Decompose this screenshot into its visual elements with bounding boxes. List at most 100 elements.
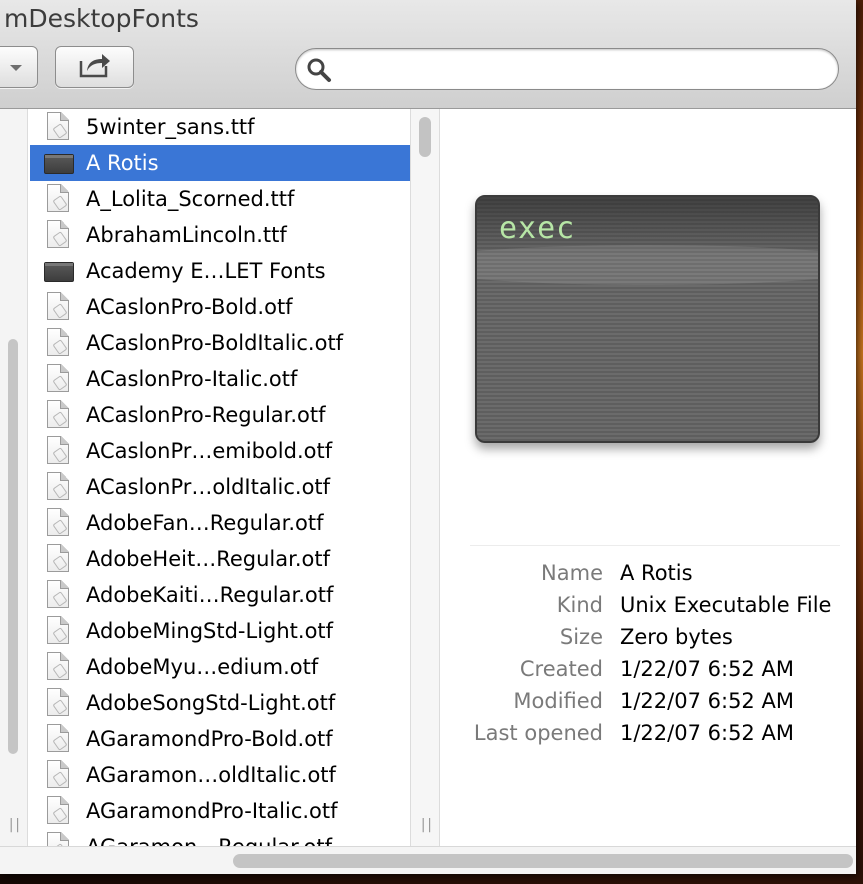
file-name: AdobeMingStd-Light.otf bbox=[86, 619, 334, 643]
file-list-item[interactable]: AGaramondPro-Bold.otf bbox=[30, 721, 410, 757]
file-list-item[interactable]: AdobeHeit…Regular.otf bbox=[30, 541, 410, 577]
column-resize-handle[interactable]: || bbox=[419, 817, 434, 833]
info-value: Unix Executable File bbox=[620, 593, 832, 617]
file-name: AdobeMyu…edium.otf bbox=[86, 655, 319, 679]
info-row: Size Zero bytes bbox=[440, 625, 856, 657]
unix-executable-icon bbox=[44, 256, 74, 286]
file-list-item[interactable]: AdobeMyu…edium.otf bbox=[30, 649, 410, 685]
font-document-icon bbox=[44, 220, 74, 250]
info-value: 1/22/07 6:52 AM bbox=[620, 721, 794, 745]
file-name: ACaslonPro-Regular.otf bbox=[86, 403, 326, 427]
info-value: A Rotis bbox=[620, 561, 693, 585]
file-list-item[interactable]: A_Lolita_Scorned.ttf bbox=[30, 181, 410, 217]
column-resize-handle[interactable]: || bbox=[7, 817, 22, 833]
file-list-item[interactable]: AdobeFan…Regular.otf bbox=[30, 505, 410, 541]
font-document-icon bbox=[44, 292, 74, 322]
file-list-item[interactable]: AdobeKaiti…Regular.otf bbox=[30, 577, 410, 613]
font-document-icon bbox=[44, 328, 74, 358]
file-list-item[interactable]: Academy E…LET Fonts bbox=[30, 253, 410, 289]
horizontal-scrollbar[interactable] bbox=[0, 846, 856, 874]
file-list-item[interactable]: ACaslonPr…emibold.otf bbox=[30, 433, 410, 469]
previous-column-scroll-thumb[interactable] bbox=[8, 339, 18, 754]
file-name: AGaramondPro-Italic.otf bbox=[86, 799, 338, 823]
info-value: 1/22/07 6:52 AM bbox=[620, 689, 794, 713]
info-row: Last opened 1/22/07 6:52 AM bbox=[440, 721, 856, 753]
info-row: Name A Rotis bbox=[440, 561, 856, 593]
font-document-icon bbox=[44, 112, 74, 142]
font-document-icon bbox=[44, 472, 74, 502]
font-document-icon bbox=[44, 544, 74, 574]
previous-column-scrollbar[interactable]: || bbox=[0, 109, 28, 846]
info-row: Modified 1/22/07 6:52 AM bbox=[440, 689, 856, 721]
file-list-item[interactable]: A Rotis bbox=[30, 145, 410, 181]
search-icon bbox=[306, 57, 332, 87]
file-name: ACaslonPr…emibold.otf bbox=[86, 439, 333, 463]
file-list-item[interactable]: ACaslonPr…oldItalic.otf bbox=[30, 469, 410, 505]
file-name: 5winter_sans.ttf bbox=[86, 115, 255, 139]
file-info: Name A Rotis Kind Unix Executable File Size Z… bbox=[440, 561, 856, 753]
file-list-item[interactable]: AbrahamLincoln.ttf bbox=[30, 217, 410, 253]
file-list-scroll-thumb[interactable] bbox=[419, 117, 431, 157]
font-document-icon bbox=[44, 508, 74, 538]
file-list-item[interactable]: ACaslonPro-Italic.otf bbox=[30, 361, 410, 397]
file-name: ACaslonPro-Bold.otf bbox=[86, 295, 293, 319]
file-list-item[interactable]: ACaslonPro-Regular.otf bbox=[30, 397, 410, 433]
preview-pane: exec Name A Rotis Kind Unix Executable File… bbox=[440, 109, 856, 846]
file-list-item[interactable]: AGaramon…oldItalic.otf bbox=[30, 757, 410, 793]
info-value: Zero bytes bbox=[620, 625, 733, 649]
info-key: Kind bbox=[556, 593, 603, 617]
info-key: Size bbox=[559, 625, 603, 649]
file-list: 5winter_sans.ttf A Rotis A_Lolita_Scorned.… bbox=[30, 109, 410, 865]
font-document-icon bbox=[44, 184, 74, 214]
share-button[interactable] bbox=[55, 46, 134, 88]
action-menu-button[interactable] bbox=[0, 46, 38, 88]
file-list-item[interactable]: AGaramondPro-Italic.otf bbox=[30, 793, 410, 829]
search-input[interactable] bbox=[338, 55, 822, 85]
file-list-item[interactable]: AdobeMingStd-Light.otf bbox=[30, 613, 410, 649]
finder-window: mDesktopFonts || 5winter_sans.ttf A Roti… bbox=[0, 0, 856, 874]
window-title: mDesktopFonts bbox=[4, 4, 199, 33]
file-name: ACaslonPro-BoldItalic.otf bbox=[86, 331, 344, 355]
unix-executable-preview-icon: exec bbox=[475, 195, 820, 443]
font-document-icon bbox=[44, 616, 74, 646]
file-name: AdobeFan…Regular.otf bbox=[86, 511, 324, 535]
file-list-scrollbar[interactable]: || bbox=[410, 109, 440, 846]
file-name: AdobeKaiti…Regular.otf bbox=[86, 583, 334, 607]
file-list-item[interactable]: 5winter_sans.ttf bbox=[30, 109, 410, 145]
font-document-icon bbox=[44, 796, 74, 826]
font-document-icon bbox=[44, 652, 74, 682]
search-field[interactable] bbox=[295, 48, 839, 90]
font-document-icon bbox=[44, 724, 74, 754]
file-name: AGaramondPro-Bold.otf bbox=[86, 727, 333, 751]
file-name: ACaslonPro-Italic.otf bbox=[86, 367, 298, 391]
file-list-item[interactable]: ACaslonPro-Bold.otf bbox=[30, 289, 410, 325]
chevron-down-icon bbox=[9, 58, 23, 77]
file-name: A_Lolita_Scorned.ttf bbox=[86, 187, 295, 211]
file-name: A Rotis bbox=[86, 151, 159, 175]
toolbar: mDesktopFonts bbox=[0, 0, 856, 109]
font-document-icon bbox=[44, 760, 74, 790]
info-row: Kind Unix Executable File bbox=[440, 593, 856, 625]
info-value: 1/22/07 6:52 AM bbox=[620, 657, 794, 681]
info-key: Created bbox=[519, 657, 603, 681]
info-key: Last opened bbox=[473, 721, 603, 745]
file-name: AdobeHeit…Regular.otf bbox=[86, 547, 330, 571]
file-name: ACaslonPr…oldItalic.otf bbox=[86, 475, 331, 499]
info-row: Created 1/22/07 6:52 AM bbox=[440, 657, 856, 689]
info-key: Name bbox=[541, 561, 603, 585]
info-key: Modified bbox=[513, 689, 603, 713]
file-name: AdobeSongStd-Light.otf bbox=[86, 691, 336, 715]
horizontal-scroll-thumb[interactable] bbox=[233, 854, 853, 868]
exec-label: exec bbox=[499, 211, 576, 246]
share-icon bbox=[78, 52, 112, 82]
file-name: AGaramon…oldItalic.otf bbox=[86, 763, 336, 787]
font-document-icon bbox=[44, 580, 74, 610]
file-list-item[interactable]: ACaslonPro-BoldItalic.otf bbox=[30, 325, 410, 361]
file-list-item[interactable]: AdobeSongStd-Light.otf bbox=[30, 685, 410, 721]
font-document-icon bbox=[44, 436, 74, 466]
font-document-icon bbox=[44, 364, 74, 394]
font-document-icon bbox=[44, 688, 74, 718]
file-name: AbrahamLincoln.ttf bbox=[86, 223, 287, 247]
divider bbox=[470, 545, 840, 546]
font-document-icon bbox=[44, 400, 74, 430]
